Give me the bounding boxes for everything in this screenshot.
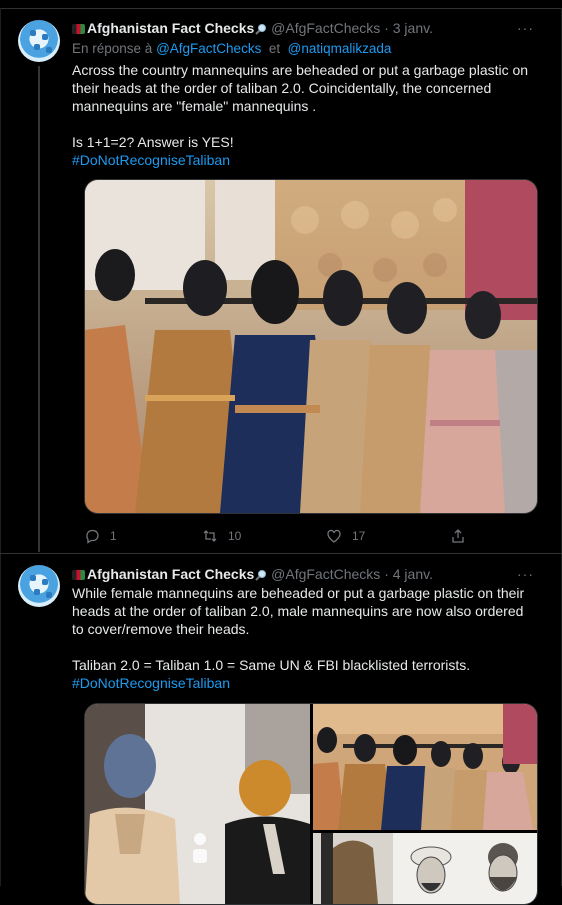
- like-button[interactable]: 17: [326, 528, 365, 544]
- thread-line: [38, 66, 40, 552]
- separator: ·: [384, 20, 389, 36]
- tweet-separator: [0, 553, 562, 554]
- reply-count: 1: [110, 529, 117, 543]
- tweet-photo[interactable]: [84, 179, 538, 514]
- tweet-paragraph-1: Across the country mannequins are behead…: [72, 62, 529, 114]
- more-icon[interactable]: ···: [517, 566, 534, 582]
- tweet-actions: 1 10 17: [84, 528, 464, 544]
- share-button[interactable]: [450, 528, 466, 544]
- tweet-text: Across the country mannequins are behead…: [72, 61, 532, 169]
- tweet-header: Afghanistan Fact Checks @AfgFactChecks ·…: [72, 20, 433, 36]
- flag-icon: [72, 24, 85, 34]
- avatar[interactable]: [18, 20, 60, 62]
- handle[interactable]: @AfgFactChecks: [271, 566, 380, 582]
- hashtag-link[interactable]: #DoNotRecogniseTaliban: [72, 151, 532, 169]
- reply-mention-1[interactable]: @AfgFactChecks: [156, 41, 261, 56]
- reply-prefix: En réponse à: [72, 41, 153, 56]
- retweet-icon: [203, 530, 217, 542]
- separator: ·: [384, 566, 389, 582]
- tweet-photo-grid[interactable]: [84, 703, 538, 905]
- reply-context: En réponse à @AfgFactChecks et @natiqmal…: [72, 41, 391, 56]
- tweet-paragraph-2: Is 1+1=2? Answer is YES!: [72, 134, 234, 150]
- avatar[interactable]: [18, 565, 60, 607]
- male-mannequins-photo[interactable]: [85, 704, 310, 904]
- retweet-button[interactable]: 10: [202, 528, 241, 544]
- sketch-portraits-photo[interactable]: [313, 833, 537, 904]
- reply-join: et: [268, 41, 281, 56]
- timeline-left-border: [0, 8, 1, 886]
- tweet-paragraph-2: Taliban 2.0 = Taliban 1.0 = Same UN & FB…: [72, 657, 471, 673]
- share-icon: [452, 529, 464, 543]
- display-name[interactable]: Afghanistan Fact Checks: [87, 566, 254, 582]
- mannequins-photo: [85, 180, 537, 513]
- tweet-date[interactable]: 4 janv.: [393, 566, 433, 582]
- display-name[interactable]: Afghanistan Fact Checks: [87, 20, 254, 36]
- retweet-count: 10: [228, 529, 242, 543]
- tweet-paragraph-1: While female mannequins are beheaded or …: [72, 585, 525, 637]
- flag-icon: [72, 570, 85, 580]
- reply-mention-2[interactable]: @natiqmalikzada: [288, 41, 392, 56]
- female-mannequins-photo[interactable]: [313, 704, 537, 830]
- like-count: 17: [352, 529, 366, 543]
- magnifier-icon: [255, 24, 267, 35]
- reply-icon: [86, 529, 99, 544]
- magnifier-icon: [255, 570, 267, 581]
- tweet-header: Afghanistan Fact Checks @AfgFactChecks ·…: [72, 566, 433, 582]
- timeline-top-border: [0, 0, 562, 9]
- tweet-date[interactable]: 3 janv.: [393, 20, 433, 36]
- handle[interactable]: @AfgFactChecks: [271, 20, 380, 36]
- more-icon[interactable]: ···: [517, 20, 534, 36]
- reply-button[interactable]: 1: [84, 528, 117, 544]
- tweet-text: While female mannequins are beheaded or …: [72, 584, 532, 692]
- hashtag-link[interactable]: #DoNotRecogniseTaliban: [72, 674, 532, 692]
- like-icon: [327, 529, 341, 543]
